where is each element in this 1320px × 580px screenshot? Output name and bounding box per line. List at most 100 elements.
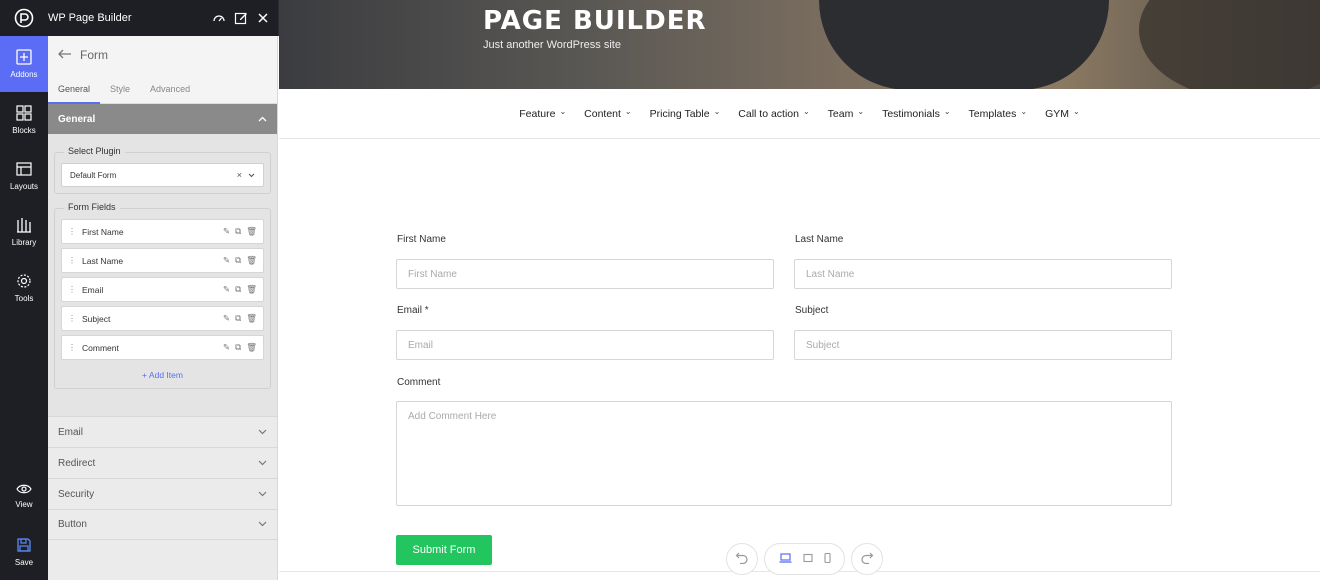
rail-label: Library bbox=[11, 238, 37, 247]
form-fields-group: Form Fields ⋮ First Name ✎ ⧉ 🗑 ⋮ Last Name… bbox=[54, 202, 271, 389]
plus-icon: + bbox=[142, 370, 148, 380]
accordion-security[interactable]: Security bbox=[48, 478, 277, 509]
app-title: WP Page Builder bbox=[48, 12, 132, 24]
duplicate-icon[interactable]: ⧉ bbox=[235, 226, 241, 237]
email-input[interactable]: Email bbox=[396, 330, 774, 360]
site-header-hero: PAGE BUILDER Just another WordPress site bbox=[279, 0, 1320, 89]
hero-plant-pot-image bbox=[819, 0, 1109, 89]
accordion-redirect[interactable]: Redirect bbox=[48, 447, 277, 478]
accordion-email[interactable]: Email bbox=[48, 416, 277, 447]
nav-label: Feature bbox=[519, 107, 556, 120]
rail-item-layouts[interactable]: Layouts bbox=[0, 148, 48, 204]
trash-icon[interactable]: 🗑 bbox=[246, 255, 257, 266]
chevron-down-icon: ⌄ bbox=[713, 107, 721, 116]
site-title[interactable]: PAGE BUILDER bbox=[483, 6, 706, 36]
nav-label: Team bbox=[827, 107, 854, 120]
redo-icon bbox=[860, 550, 874, 569]
form-field-label: Comment bbox=[82, 342, 119, 353]
nav-label: Call to action bbox=[738, 107, 799, 120]
submit-form-button[interactable]: Submit Form bbox=[396, 535, 492, 565]
nav-item-feature[interactable]: Feature ⌄ bbox=[519, 107, 566, 120]
clear-icon[interactable]: × bbox=[237, 170, 242, 180]
mobile-icon[interactable] bbox=[823, 550, 831, 568]
rail-item-blocks[interactable]: Blocks bbox=[0, 92, 48, 148]
tablet-icon[interactable] bbox=[802, 550, 813, 568]
drag-handle-icon[interactable]: ⋮ bbox=[68, 227, 76, 236]
subject-input[interactable]: Subject bbox=[794, 330, 1172, 360]
edit-icon[interactable]: ✎ bbox=[223, 255, 230, 266]
nav-item-templates[interactable]: Templates ⌄ bbox=[969, 107, 1028, 120]
last-name-input[interactable]: Last Name bbox=[794, 259, 1172, 289]
drag-handle-icon[interactable]: ⋮ bbox=[68, 343, 76, 352]
select-plugin-group: Select Plugin Default Form × bbox=[54, 146, 271, 194]
nav-item-team[interactable]: Team ⌄ bbox=[827, 107, 865, 120]
speedometer-icon[interactable] bbox=[208, 11, 230, 25]
redo-button[interactable] bbox=[851, 543, 883, 575]
chevron-down-icon: ⌄ bbox=[857, 107, 865, 116]
duplicate-icon[interactable]: ⧉ bbox=[235, 342, 241, 353]
rail-item-save[interactable]: Save bbox=[0, 524, 48, 580]
site-tagline: Just another WordPress site bbox=[483, 39, 621, 51]
edit-page-icon[interactable] bbox=[230, 11, 252, 25]
form-field-label: Subject bbox=[82, 313, 111, 324]
page-builder-app: WP Page Builder Addons Blocks Layouts Li… bbox=[0, 0, 1320, 580]
undo-icon bbox=[735, 550, 749, 569]
accordion-label: Redirect bbox=[58, 457, 96, 469]
tab-advanced[interactable]: Advanced bbox=[140, 74, 200, 103]
trash-icon[interactable]: 🗑 bbox=[246, 342, 257, 353]
comment-textarea[interactable]: Add Comment Here bbox=[396, 401, 1172, 506]
rail-label: Tools bbox=[14, 294, 34, 303]
drag-handle-icon[interactable]: ⋮ bbox=[68, 256, 76, 265]
duplicate-icon[interactable]: ⧉ bbox=[235, 284, 241, 295]
nav-item-content[interactable]: Content ⌄ bbox=[584, 107, 631, 120]
rail-item-addons[interactable]: Addons bbox=[0, 36, 48, 92]
rail-item-tools[interactable]: Tools bbox=[0, 260, 48, 316]
duplicate-icon[interactable]: ⧉ bbox=[235, 255, 241, 266]
nav-item-call-to-action[interactable]: Call to action ⌄ bbox=[738, 107, 810, 120]
edit-icon[interactable]: ✎ bbox=[223, 284, 230, 295]
rail-label: Addons bbox=[10, 70, 38, 79]
form-field-item[interactable]: ⋮ First Name ✎ ⧉ 🗑 bbox=[61, 219, 264, 244]
add-item-button[interactable]: + Add Item bbox=[61, 370, 264, 380]
tab-general[interactable]: General bbox=[48, 74, 101, 104]
undo-button[interactable] bbox=[726, 543, 758, 575]
nav-item-gym[interactable]: GYM ⌄ bbox=[1045, 107, 1080, 120]
section-title: General bbox=[58, 113, 96, 125]
rail-item-library[interactable]: Library bbox=[0, 204, 48, 260]
chevron-up-icon bbox=[258, 114, 267, 125]
drag-handle-icon[interactable]: ⋮ bbox=[68, 314, 76, 323]
nav-label: GYM bbox=[1045, 107, 1070, 120]
trash-icon[interactable]: 🗑 bbox=[246, 226, 257, 237]
edit-icon[interactable]: ✎ bbox=[223, 342, 230, 353]
nav-item-pricing-table[interactable]: Pricing Table ⌄ bbox=[650, 107, 721, 120]
form-field-item[interactable]: ⋮ Last Name ✎ ⧉ 🗑 bbox=[61, 248, 264, 273]
accordion-button[interactable]: Button bbox=[48, 509, 277, 540]
back-arrow-icon[interactable] bbox=[58, 48, 72, 62]
form-field-item[interactable]: ⋮ Comment ✎ ⧉ 🗑 bbox=[61, 335, 264, 360]
drag-handle-icon[interactable]: ⋮ bbox=[68, 285, 76, 294]
form-field-item[interactable]: ⋮ Subject ✎ ⧉ 🗑 bbox=[61, 306, 264, 331]
hero-background-shape bbox=[1139, 0, 1320, 89]
save-icon bbox=[16, 537, 32, 555]
edit-icon[interactable]: ✎ bbox=[223, 313, 230, 324]
chevron-down-icon bbox=[248, 171, 255, 180]
desktop-icon[interactable] bbox=[779, 550, 792, 568]
select-plugin-dropdown[interactable]: Default Form × bbox=[61, 163, 264, 187]
general-section-header[interactable]: General bbox=[48, 104, 277, 134]
rail-item-view[interactable]: View bbox=[0, 468, 48, 524]
trash-icon[interactable]: 🗑 bbox=[246, 313, 257, 324]
site-nav: Feature ⌄ Content ⌄ Pricing Table ⌄ Call to… bbox=[279, 89, 1320, 139]
form-field-item[interactable]: ⋮ Email ✎ ⧉ 🗑 bbox=[61, 277, 264, 302]
form-field-label: Last Name bbox=[82, 255, 124, 266]
duplicate-icon[interactable]: ⧉ bbox=[235, 313, 241, 324]
tab-style[interactable]: Style bbox=[100, 74, 140, 103]
chevron-down-icon: ⌄ bbox=[1073, 107, 1080, 116]
edit-icon[interactable]: ✎ bbox=[223, 226, 230, 237]
form-field-label: Email bbox=[82, 284, 104, 295]
first-name-input[interactable]: First Name bbox=[396, 259, 774, 289]
chevron-down-icon: ⌄ bbox=[802, 107, 810, 116]
nav-item-testimonials[interactable]: Testimonials ⌄ bbox=[882, 107, 950, 120]
rail-label: Save bbox=[14, 558, 34, 567]
trash-icon[interactable]: 🗑 bbox=[246, 284, 257, 295]
close-icon[interactable] bbox=[252, 12, 274, 24]
